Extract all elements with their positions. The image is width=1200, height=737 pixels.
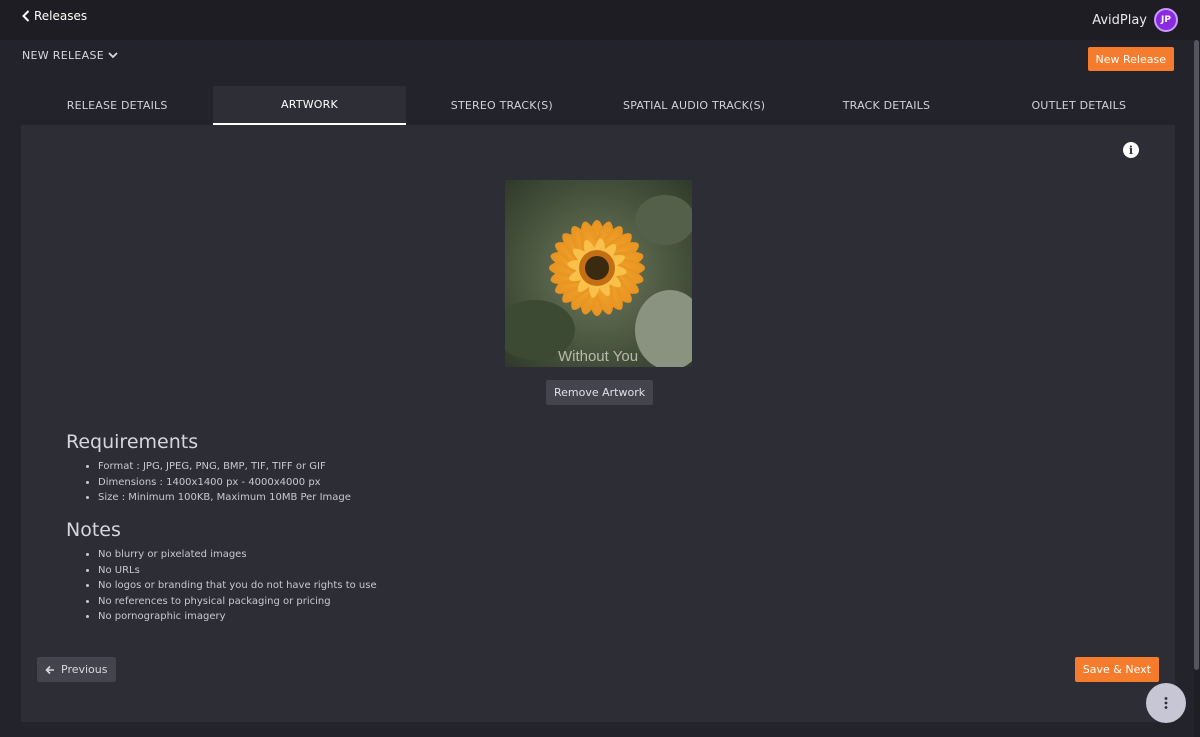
brand-logo-text: JP [1161, 15, 1171, 25]
brand-name: AvidPlay [1092, 12, 1147, 28]
flower-artwork: Without You [505, 180, 692, 367]
tab-stereo-tracks[interactable]: STEREO TRACK(S) [406, 86, 598, 125]
back-link-label: Releases [34, 9, 88, 23]
artwork-overlay-text: Without You [558, 348, 638, 365]
more-vertical-icon [1164, 697, 1168, 709]
list-item: Format : JPG, JPEG, PNG, BMP, TIF, TIFF … [98, 459, 351, 475]
requirements-heading: Requirements [66, 431, 199, 453]
step-tabs: RELEASE DETAILS ARTWORK STEREO TRACK(S) … [21, 86, 1175, 125]
previous-button-label: Previous [61, 663, 108, 676]
save-next-button[interactable]: Save & Next [1074, 657, 1159, 682]
notes-list: No blurry or pixelated images No URLs No… [98, 547, 377, 625]
previous-button[interactable]: Previous [37, 657, 116, 682]
requirements-list: Format : JPG, JPEG, PNG, BMP, TIF, TIFF … [98, 459, 351, 506]
top-bar: Releases AvidPlay JP [0, 0, 1200, 40]
brand: AvidPlay JP [1092, 8, 1178, 32]
new-release-button[interactable]: New Release [1087, 47, 1174, 71]
more-actions-button[interactable] [1146, 683, 1186, 723]
brand-logo-icon[interactable]: JP [1154, 8, 1178, 32]
release-dropdown[interactable]: NEW RELEASE [22, 49, 118, 62]
artwork-image: Without You [505, 180, 692, 367]
info-icon[interactable]: i [1123, 142, 1139, 158]
notes-heading: Notes [66, 519, 121, 541]
release-dropdown-label: NEW RELEASE [22, 49, 104, 62]
tab-track-details[interactable]: TRACK DETAILS [790, 86, 982, 125]
tab-spatial-audio-tracks[interactable]: SPATIAL AUDIO TRACK(S) [598, 86, 790, 125]
list-item: No blurry or pixelated images [98, 547, 377, 563]
list-item: Size : Minimum 100KB, Maximum 10MB Per I… [98, 490, 351, 506]
tab-release-details[interactable]: RELEASE DETAILS [21, 86, 213, 125]
tab-artwork[interactable]: ARTWORK [213, 86, 406, 125]
list-item: No logos or branding that you do not hav… [98, 578, 377, 594]
list-item: No pornographic imagery [98, 609, 377, 625]
page-scrollbar[interactable] [1194, 40, 1199, 670]
remove-artwork-button[interactable]: Remove Artwork [546, 380, 654, 405]
chevron-left-icon [22, 10, 30, 22]
back-to-releases-link[interactable]: Releases [22, 9, 87, 23]
tab-outlet-details[interactable]: OUTLET DETAILS [983, 86, 1175, 125]
artwork-panel: i Without You Remove Artwork Requirement… [21, 125, 1175, 722]
arrow-left-icon [45, 665, 54, 674]
chevron-down-icon [108, 52, 118, 59]
list-item: Dimensions : 1400x1400 px - 4000x4000 px [98, 475, 351, 491]
list-item: No URLs [98, 563, 377, 579]
list-item: No references to physical packaging or p… [98, 594, 377, 610]
